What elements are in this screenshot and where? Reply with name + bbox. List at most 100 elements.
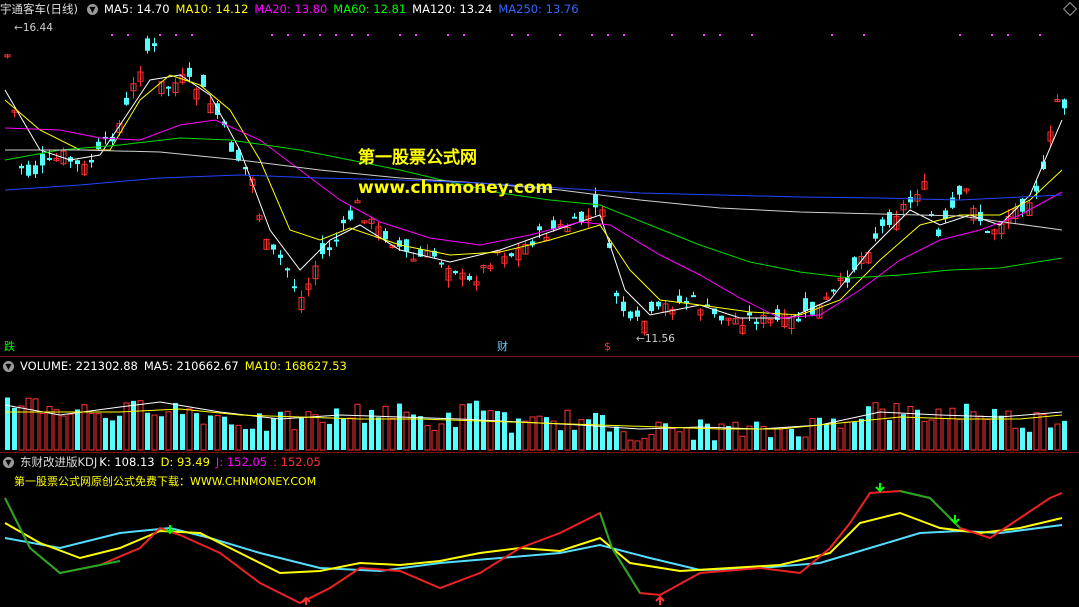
price-candle-down [47, 157, 52, 160]
volume-bar-up [165, 411, 172, 451]
price-candle-down [831, 289, 836, 292]
volume-bar-up [151, 414, 158, 451]
volume-bar-up [39, 412, 46, 451]
price-chart-pane[interactable]: 宇通客车(日线) ▼ MA5: 14.70 MA10: 14.12 MA20: 13.8… [0, 0, 1079, 356]
price-candle-down [1034, 185, 1039, 192]
event-marker-drop[interactable]: 跌 [4, 341, 15, 353]
price-candle-down [621, 301, 626, 312]
volume-bar-down [999, 415, 1004, 450]
price-candle-down [614, 292, 619, 297]
watermark-url[interactable]: www.chnmoney.com [358, 178, 553, 198]
kdj-k-value: K: 108.13 [99, 455, 155, 469]
volume-bar-up [88, 413, 95, 451]
volume-bar-up [774, 427, 781, 451]
price-candle-down [201, 75, 206, 88]
volume-bar-up [837, 427, 844, 451]
price-candle-down [880, 219, 885, 226]
price-candle-down [754, 321, 759, 324]
volume-bar-down [411, 414, 416, 450]
volume-bar-up [655, 421, 662, 451]
volume-chart-pane[interactable]: ▼ VOLUME: 221302.88 MA5: 210662.67 MA10: 16… [0, 357, 1079, 452]
price-candle-down [19, 165, 24, 169]
signal-dot [175, 34, 177, 36]
volume-bar-down [481, 410, 486, 450]
volume-bar-down [173, 402, 178, 450]
event-marker-finance[interactable]: 财 [497, 341, 508, 353]
ma20-line [4, 119, 1063, 319]
volume-bar-up [781, 427, 788, 451]
signal-dot [415, 34, 417, 36]
volume-bar-down [600, 415, 605, 450]
volume-bar-up [942, 418, 949, 451]
volume-bar-up [536, 415, 543, 451]
volume-bar-up [641, 437, 648, 451]
volume-bar-up [984, 419, 991, 451]
volume-bar-up [67, 413, 74, 451]
volume-bar-down [229, 424, 234, 450]
price-candle-down [950, 197, 955, 208]
volume-bar-down [796, 436, 801, 450]
volume-bar-up [186, 408, 193, 451]
volume-bar-up [235, 424, 242, 451]
volume-bar-up [921, 420, 928, 451]
volume-bar-up [389, 417, 396, 451]
volume-bar-up [95, 413, 102, 451]
price-candle-down [271, 244, 276, 250]
volume-ma5-value: MA5: 210662.67 [143, 359, 239, 373]
price-candle-down [383, 231, 388, 240]
price-candle-down [75, 160, 80, 165]
volume-bar-up [1012, 427, 1019, 451]
indicator-toggle-icon[interactable]: ▼ [86, 4, 98, 15]
volume-bar-down [131, 400, 136, 450]
volume-bar-up [879, 408, 886, 451]
price-candle-down [152, 43, 157, 47]
volume-bar-down [593, 412, 598, 450]
price-candle-down [677, 295, 682, 303]
volume-bar-down [264, 430, 269, 450]
signal-dot [591, 34, 593, 36]
volume-bar-down [243, 429, 248, 450]
volume-bar-down [866, 406, 871, 450]
volume-bar-down [901, 414, 906, 450]
volume-bar-up [627, 439, 634, 451]
kdj-toggle-icon[interactable]: ▼ [3, 457, 14, 468]
volume-bar-up [844, 421, 851, 451]
volume-bar-up [32, 398, 39, 451]
price-candle-down [1062, 99, 1067, 109]
price-candle-down [719, 315, 724, 321]
signal-dot [863, 34, 865, 36]
kdj-promo-note: 第一股票公式网原创公式免费下载：WWW.CHNMONEY.COM [14, 475, 317, 488]
buy-signal-arrow-icon [655, 595, 665, 605]
volume-bar-down [1020, 427, 1025, 450]
volume-bar-down [824, 423, 829, 450]
volume-bar-up [739, 435, 746, 451]
signal-dot [463, 34, 465, 36]
price-candle-down [593, 194, 598, 208]
volume-bar-up [802, 436, 809, 451]
price-candle-down [285, 268, 290, 271]
volume-bar-down [194, 413, 199, 450]
event-marker-dividend[interactable]: $ [604, 341, 611, 353]
volume-bar-up [53, 409, 60, 451]
volume-bar-up [438, 423, 445, 451]
volume-toggle-icon[interactable]: ▼ [3, 361, 14, 372]
price-candle-up [354, 200, 361, 204]
volume-bar-down [474, 400, 479, 450]
signal-dot [623, 34, 625, 36]
kdj-j-down-segment [899, 490, 961, 529]
volume-bar-down [768, 437, 773, 450]
kdj-j-line [4, 489, 1063, 605]
volume-bar-up [956, 418, 963, 451]
ma60-value: MA60: 12.81 [333, 2, 407, 16]
volume-bar-down [467, 403, 472, 450]
sell-signal-arrow-icon [875, 483, 885, 493]
signal-dot [751, 34, 753, 36]
volume-bar-down [271, 418, 276, 450]
volume-bar-down [180, 414, 185, 450]
kdj-chart-pane[interactable]: ▼ 东财改进版KDJ K: 108.13 D: 93.49 J: 152.05: 152… [0, 453, 1079, 607]
volume-bar-down [341, 418, 346, 450]
volume-bar-up [683, 427, 690, 451]
kdj-extra-value: : 152.05 [273, 455, 321, 469]
price-candle-down [40, 153, 45, 166]
price-candle-down [26, 164, 31, 176]
